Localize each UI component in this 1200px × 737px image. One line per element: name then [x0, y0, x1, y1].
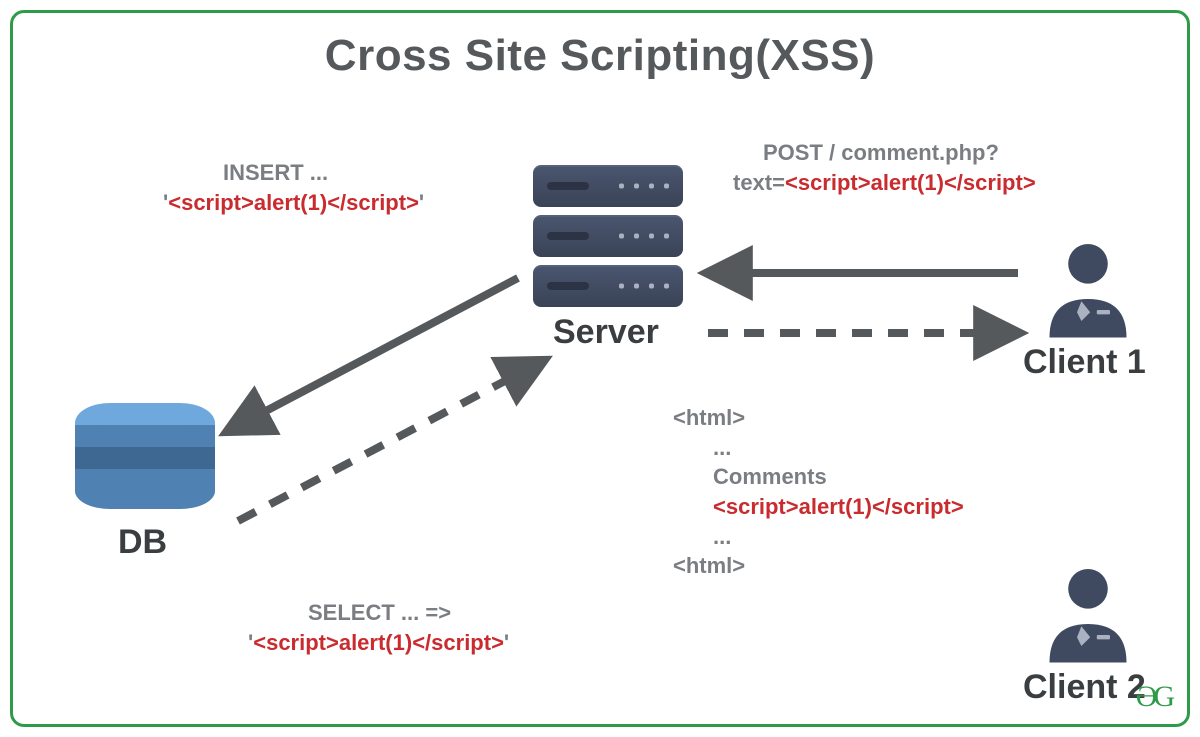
diagram-frame: Cross Site Scripting(XSS) Server DB Clie…	[10, 10, 1190, 727]
post-annotation: POST / comment.php? text=<script>alert(1…	[733, 138, 1036, 197]
client1-icon	[1033, 233, 1143, 343]
server-label: Server	[553, 313, 659, 352]
database-icon	[75, 403, 215, 509]
db-label: DB	[118, 523, 167, 562]
response-annotation: <html> ... Comments <script>alert(1)</sc…	[673, 403, 964, 581]
watermark-logo: ƏG	[1136, 680, 1171, 714]
client2-icon	[1033, 558, 1143, 668]
diagram-title: Cross Site Scripting(XSS)	[13, 31, 1187, 81]
server-icon	[533, 165, 683, 315]
arrows-layer	[13, 13, 1190, 727]
insert-annotation: INSERT ... '<script>alert(1)</script>'	[163, 158, 424, 217]
arrow-server-to-db	[228, 278, 518, 431]
arrow-db-to-server	[238, 361, 543, 521]
client1-label: Client 1	[1023, 343, 1146, 382]
select-annotation: SELECT ... => '<script>alert(1)</script>…	[248, 598, 509, 657]
client2-label: Client 2	[1023, 668, 1146, 707]
